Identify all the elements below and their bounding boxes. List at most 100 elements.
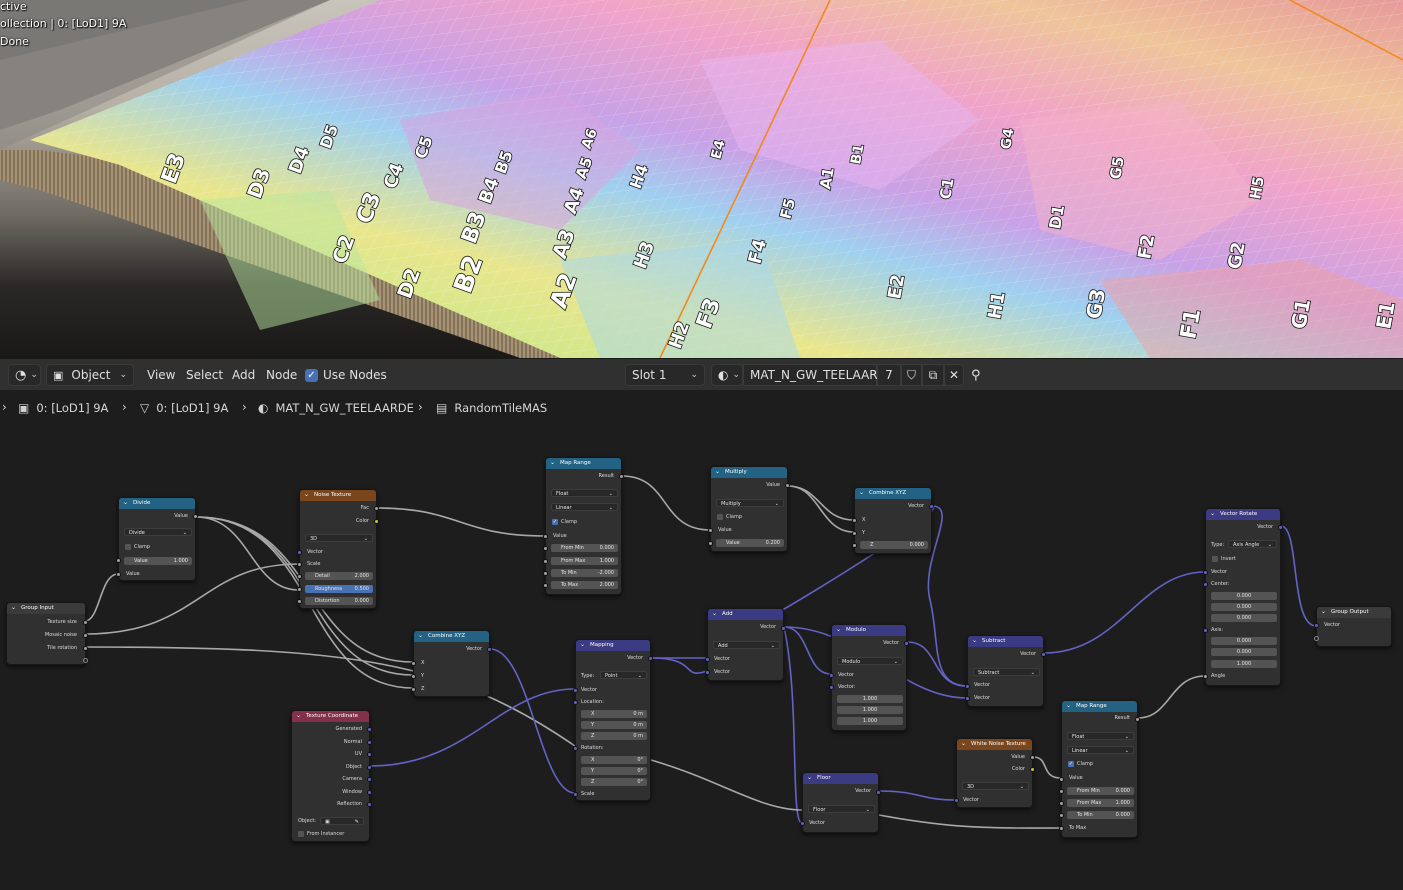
output-socket[interactable] (781, 626, 786, 631)
invert-checkbox[interactable] (1212, 556, 1218, 562)
dimension-dropdown[interactable]: 3D ⌄ (962, 782, 1029, 790)
center-x-field[interactable]: 0.000 (1211, 592, 1277, 600)
output-socket[interactable] (367, 727, 372, 732)
output-socket[interactable] (367, 765, 372, 770)
input-socket[interactable] (708, 541, 713, 546)
input-socket[interactable] (965, 684, 970, 689)
node-subtract[interactable]: Subtract Vector Subtract⌄ Vector Vector (965, 635, 1046, 707)
material-browse-button[interactable]: ◐ ⌄ (711, 364, 743, 386)
output-socket[interactable] (83, 633, 88, 638)
output-socket[interactable] (367, 740, 372, 745)
from-instancer-checkbox[interactable] (298, 831, 304, 837)
slot-dropdown[interactable]: Slot 1 ⌄ (625, 364, 705, 386)
modulo-z-field[interactable]: 1.000 (837, 717, 903, 725)
input-socket[interactable] (543, 534, 548, 539)
input-socket[interactable] (708, 528, 713, 533)
breadcrumb-node-group[interactable]: ▤ RandomTileMAS (436, 401, 547, 415)
output-socket[interactable] (1030, 755, 1035, 760)
operation-dropdown[interactable]: Multiply ⌄ (716, 499, 784, 507)
input-socket[interactable] (1059, 801, 1064, 806)
node-multiply[interactable]: Multiply Value Multiply⌄ Clamp Value Val… (708, 466, 790, 552)
3d-viewport[interactable]: E3 D3 D4 D5 C3 C4 C5 B2 B3 B4 B5 A2 A3 A4 A5 A6 F3 F4 F5 G1… (0, 0, 1403, 358)
clamp-checkbox[interactable]: ✓ (552, 519, 558, 525)
output-socket[interactable] (374, 506, 379, 511)
data-type-dropdown[interactable]: Float ⌄ (551, 489, 618, 497)
output-socket[interactable] (367, 777, 372, 782)
duplicate-material-icon[interactable]: ⧉ (922, 364, 944, 386)
node-floor[interactable]: Floor Vector Floor⌄ Vector (800, 772, 881, 833)
input-socket[interactable] (411, 687, 416, 692)
input-socket[interactable] (573, 746, 578, 751)
input-socket[interactable] (852, 543, 857, 548)
input-socket[interactable] (1059, 777, 1064, 782)
rotation-z-field[interactable]: Z 0° (581, 778, 647, 786)
output-socket[interactable] (1135, 717, 1140, 722)
pin-icon[interactable]: ⚲ (971, 364, 981, 386)
input-socket[interactable] (116, 572, 121, 577)
node-texture-coordinate[interactable]: Texture Coordinate Generated Normal UV O… (291, 710, 372, 842)
dimension-dropdown[interactable]: 3D ⌄ (305, 534, 373, 542)
node-divide[interactable]: Divide Value Divide⌄ Clamp Value1.000 Va… (116, 497, 198, 581)
operation-dropdown[interactable]: Divide ⌄ (124, 528, 192, 536)
input-socket[interactable] (829, 685, 834, 690)
interpolation-dropdown[interactable]: Linear ⌄ (551, 503, 618, 511)
input-socket[interactable] (1059, 789, 1064, 794)
output-socket[interactable] (1041, 652, 1046, 657)
modulo-x-field[interactable]: 1.000 (837, 695, 903, 703)
node-modulo[interactable]: Modulo Vector Modulo⌄ Vector Vector: 1.0… (829, 624, 909, 731)
z-field[interactable]: Z 0.000 (860, 541, 928, 549)
output-socket[interactable] (876, 790, 881, 795)
output-socket[interactable] (904, 641, 909, 646)
node-map-range-1[interactable]: Map Range Result Float⌄ Linear⌄ ✓ Clamp … (543, 457, 624, 595)
center-y-field[interactable]: 0.000 (1211, 603, 1277, 611)
node-combine-xyz-1[interactable]: Combine XYZ Vector X Y Z0.000 (852, 487, 934, 554)
output-socket[interactable] (374, 519, 379, 524)
clamp-checkbox[interactable] (125, 544, 131, 550)
unlink-material-close-icon[interactable]: ✕ (944, 364, 964, 386)
input-socket[interactable] (411, 661, 416, 666)
value-field[interactable]: Value 1.000 (124, 557, 192, 565)
node-mapping[interactable]: Mapping Vector Type: Point⌄ Vector Locat… (573, 639, 653, 801)
modulo-y-field[interactable]: 1.000 (837, 706, 903, 714)
input-socket[interactable] (543, 546, 548, 551)
location-x-field[interactable]: X0 m (581, 710, 647, 718)
rotation-y-field[interactable]: Y 0° (581, 767, 647, 775)
type-dropdown[interactable]: Axis Angle ⌄ (1228, 540, 1277, 548)
object-picker-field[interactable]: ▣ ✎ (320, 817, 364, 825)
menu-view[interactable]: View (143, 364, 179, 386)
to-min-field[interactable]: To Min -2.000 (551, 569, 618, 577)
operation-dropdown[interactable]: Floor ⌄ (808, 805, 875, 813)
node-combine-xyz-2[interactable]: Combine XYZ Vector X Y Z (411, 630, 492, 697)
output-socket[interactable] (367, 790, 372, 795)
material-name-field[interactable]: MAT_N_GW_TEELAARDE (743, 364, 894, 386)
output-socket[interactable] (1278, 525, 1283, 530)
input-socket[interactable] (297, 574, 302, 579)
distortion-field[interactable]: Distortion 0.000 (305, 597, 373, 605)
input-socket[interactable] (297, 550, 302, 555)
roughness-field[interactable]: Roughness 0.500 (305, 585, 373, 593)
menu-node[interactable]: Node (262, 364, 301, 386)
breadcrumb-mesh[interactable]: ▽ 0: [LoD1] 9A (140, 401, 228, 415)
detail-field[interactable]: Detail 2.000 (305, 572, 373, 580)
output-socket[interactable] (929, 504, 934, 509)
input-socket[interactable] (1059, 813, 1064, 818)
output-socket[interactable] (367, 802, 372, 807)
from-max-field[interactable]: From Max 1.000 (1067, 799, 1134, 807)
menu-select[interactable]: Select (182, 364, 227, 386)
editor-type-button[interactable]: ◔ ⌄ (8, 364, 41, 386)
from-min-field[interactable]: From Min 0.000 (551, 544, 618, 552)
input-socket[interactable] (1314, 623, 1319, 628)
operation-dropdown[interactable]: Add ⌄ (713, 641, 780, 649)
input-socket[interactable] (829, 673, 834, 678)
location-y-field[interactable]: Y0 m (581, 721, 647, 729)
material-user-count[interactable]: 7 (877, 364, 901, 386)
data-type-dropdown[interactable]: Float ⌄ (1067, 732, 1134, 740)
output-socket[interactable] (193, 514, 198, 519)
input-socket[interactable] (297, 599, 302, 604)
output-socket[interactable] (487, 647, 492, 652)
output-socket[interactable] (83, 658, 88, 663)
input-socket[interactable] (1203, 674, 1208, 679)
clamp-checkbox[interactable] (717, 514, 723, 520)
node-vector-rotate[interactable]: Vector Rotate Vector Type: Axis Angle⌄ I… (1203, 508, 1283, 686)
operation-dropdown[interactable]: Subtract ⌄ (973, 668, 1040, 676)
